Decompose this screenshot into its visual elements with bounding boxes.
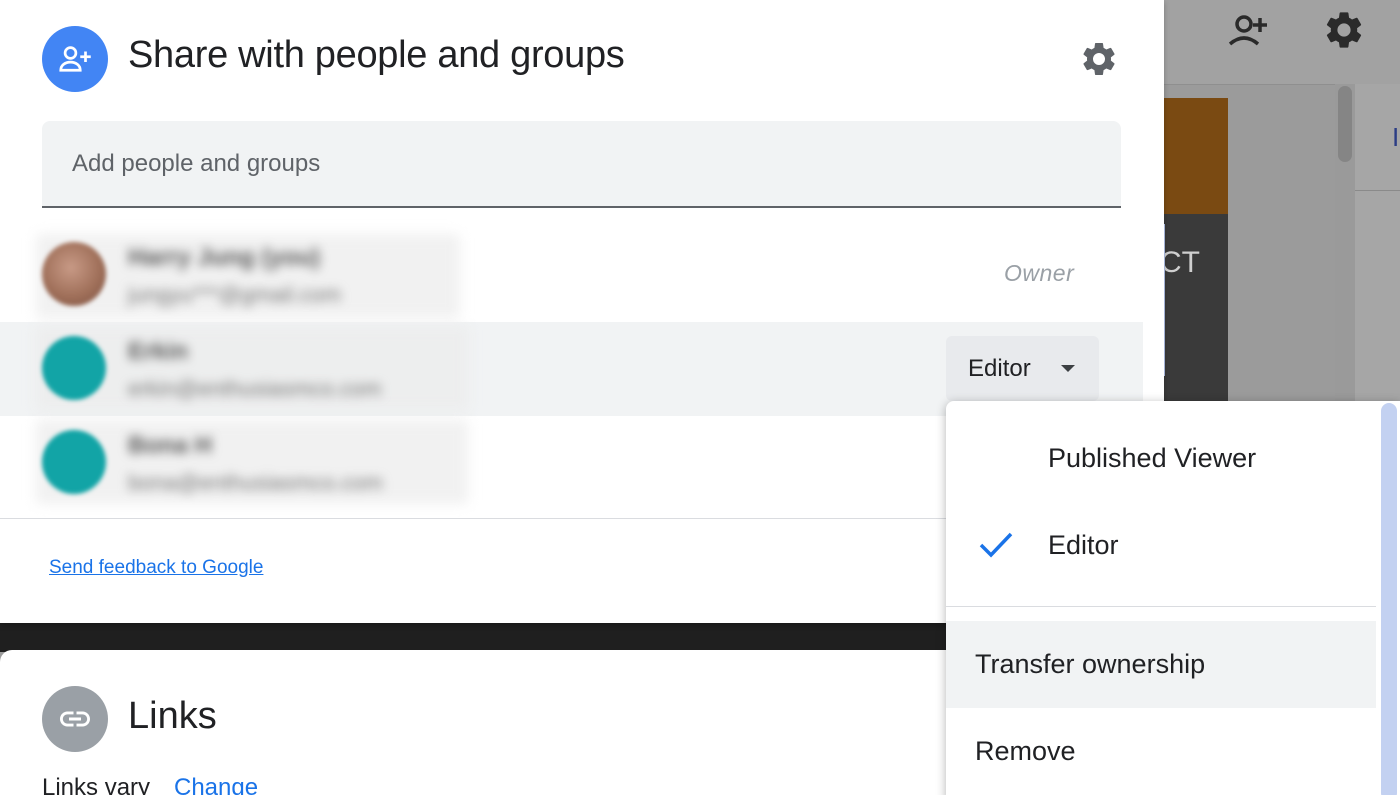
background-partial-text: CT xyxy=(1160,246,1200,279)
gear-icon xyxy=(1083,42,1115,75)
background-dark-strip xyxy=(0,620,1000,652)
background-gear-icon xyxy=(1322,8,1366,52)
avatar xyxy=(42,336,106,400)
background-scrollbar-thumb xyxy=(1338,86,1352,162)
add-person-icon xyxy=(59,46,91,72)
background-partial-char: I xyxy=(1392,122,1400,152)
avatar xyxy=(42,242,106,306)
person-email: bona@enthusiasmco.com xyxy=(128,470,383,495)
share-settings-button[interactable] xyxy=(1074,34,1124,84)
menu-item-label: Remove xyxy=(975,736,1076,766)
links-status: Links vary xyxy=(42,774,151,795)
background-thumbnail-dark xyxy=(1164,214,1228,414)
menu-item-remove[interactable]: Remove xyxy=(946,708,1376,795)
background-add-person-icon xyxy=(1226,8,1270,52)
background-thumbnail xyxy=(1164,98,1228,214)
menu-item-published-viewer[interactable]: Published Viewer xyxy=(946,415,1376,502)
add-person-avatar xyxy=(42,26,108,92)
share-dialog-title: Share with people and groups xyxy=(128,34,625,76)
link-icon xyxy=(60,711,90,727)
avatar xyxy=(42,430,106,494)
menu-item-label: Published Viewer xyxy=(1048,443,1257,473)
add-people-input[interactable] xyxy=(42,121,1121,208)
menu-divider xyxy=(946,606,1376,607)
send-feedback-link[interactable]: Send feedback to Google xyxy=(49,557,263,579)
menu-item-editor[interactable]: Editor xyxy=(946,502,1376,589)
menu-item-transfer-ownership[interactable]: Transfer ownership xyxy=(946,621,1376,708)
links-avatar xyxy=(42,686,108,752)
menu-item-label: Transfer ownership xyxy=(975,649,1206,679)
person-name: Bona H xyxy=(128,432,212,459)
owner-role-label: Owner xyxy=(1004,260,1075,286)
background-divider xyxy=(1355,190,1400,191)
links-title: Links xyxy=(128,695,217,737)
role-dropdown-label: Editor xyxy=(968,354,1031,382)
menu-scrollbar-thumb[interactable] xyxy=(1381,403,1397,795)
person-email: jungyu***@gmail.com xyxy=(128,282,342,307)
person-email: erkin@enthusiasmco.com xyxy=(128,376,382,401)
dialog-divider xyxy=(0,518,946,519)
person-name: Erkin xyxy=(128,338,189,365)
links-change-link[interactable]: Change xyxy=(174,774,258,795)
chevron-down-icon xyxy=(1061,365,1075,372)
person-row-owner: Harry Jung (you) jungyu***@gmail.com xyxy=(0,228,1143,322)
menu-item-label: Editor xyxy=(1048,530,1119,560)
person-name: Harry Jung (you) xyxy=(128,244,321,271)
check-icon xyxy=(979,532,1013,558)
role-dropdown-button[interactable]: Editor xyxy=(946,336,1099,401)
menu-scrollbar[interactable] xyxy=(1376,401,1400,795)
role-menu: Published Viewer Editor Transfer ownersh… xyxy=(946,401,1400,795)
